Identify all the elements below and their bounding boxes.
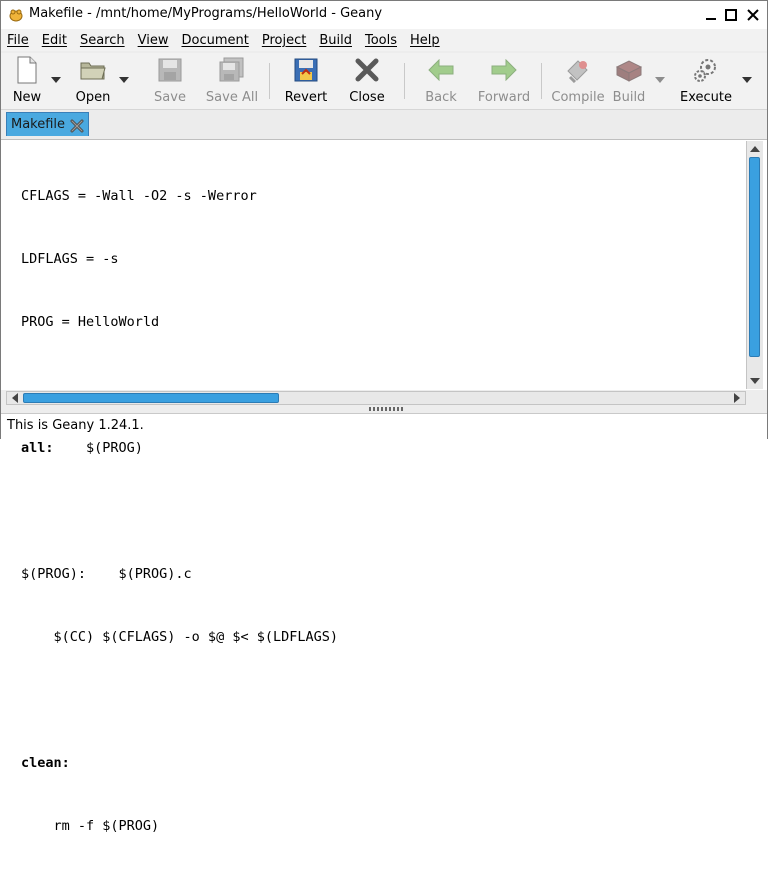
save-all-icon: [218, 56, 246, 84]
toolbar-overflow-arrow[interactable]: [742, 75, 752, 85]
tab-close-icon[interactable]: [70, 118, 84, 132]
execute-gears-icon: [692, 56, 720, 84]
menu-bar: File Edit Search View Document Project B…: [1, 29, 767, 51]
chevron-down-icon: [119, 77, 129, 83]
geany-window: Makefile - /mnt/home/MyPrograms/HelloWor…: [0, 0, 768, 834]
save-button[interactable]: Save: [151, 56, 189, 106]
chevron-right-icon: [734, 393, 740, 403]
code-editor[interactable]: CFLAGS = -Wall -O2 -s -Werror LDFLAGS = …: [1, 139, 767, 834]
title-bar: Makefile - /mnt/home/MyPrograms/HelloWor…: [1, 1, 767, 30]
close-file-button[interactable]: Close: [346, 56, 388, 106]
scroll-up-arrow[interactable]: [748, 142, 762, 156]
code-line: PROG = HelloWorld: [21, 314, 160, 330]
code-line: rm -f $(PROG): [21, 818, 160, 834]
build-dropdown-arrow[interactable]: [655, 75, 665, 85]
revert-icon: [292, 56, 320, 84]
scroll-down-arrow[interactable]: [748, 374, 762, 388]
save-icon: [156, 56, 184, 84]
close-icon: [747, 9, 759, 21]
chevron-down-icon: [742, 77, 752, 83]
code-line: all: $(PROG): [21, 440, 143, 456]
status-bar: This is Geany 1.24.1.: [1, 413, 767, 440]
build-button[interactable]: Build: [611, 56, 647, 106]
code-text: CFLAGS = -Wall -O2 -s -Werror LDFLAGS = …: [21, 144, 338, 878]
code-line: CFLAGS = -Wall -O2 -s -Werror: [21, 188, 257, 204]
open-folder-icon: [79, 56, 107, 84]
document-tabs: Makefile: [1, 110, 767, 139]
menu-edit[interactable]: Edit: [42, 33, 67, 48]
save-all-button[interactable]: Save All: [204, 56, 260, 106]
toolbar-separator: [541, 63, 542, 99]
back-button[interactable]: Back: [421, 56, 461, 106]
revert-button[interactable]: Revert: [283, 56, 329, 106]
open-dropdown-arrow[interactable]: [119, 75, 129, 85]
toolbar-separator: [269, 63, 270, 99]
menu-view[interactable]: View: [138, 33, 169, 48]
code-line: $(CC) $(CFLAGS) -o $@ $< $(LDFLAGS): [21, 629, 338, 645]
menu-tools[interactable]: Tools: [365, 33, 397, 48]
new-file-icon: [13, 56, 41, 84]
build-bricks-icon: [615, 56, 643, 84]
close-window-button[interactable]: [743, 5, 763, 25]
chevron-left-icon: [12, 393, 18, 403]
forward-button[interactable]: Forward: [477, 56, 531, 106]
scroll-left-arrow[interactable]: [8, 391, 22, 405]
menu-document[interactable]: Document: [181, 33, 248, 48]
toolbar-separator: [404, 63, 405, 99]
code-line: $(PROG): $(PROG).c: [21, 566, 192, 582]
new-dropdown-arrow[interactable]: [51, 75, 61, 85]
vertical-scroll-thumb[interactable]: [749, 157, 760, 357]
chevron-down-icon: [750, 378, 760, 384]
maximize-button[interactable]: [721, 5, 741, 25]
vertical-scrollbar[interactable]: [746, 141, 763, 389]
minimize-icon: [706, 18, 716, 20]
code-line: LDFLAGS = -s: [21, 251, 119, 267]
toolbar: New Open Save Save All Revert Close Back…: [1, 53, 767, 110]
pane-resize-grip[interactable]: [369, 407, 403, 411]
menu-build[interactable]: Build: [319, 33, 352, 48]
compile-icon: [564, 56, 592, 84]
chevron-down-icon: [655, 77, 665, 83]
horizontal-scrollbar[interactable]: [6, 391, 746, 405]
scroll-right-arrow[interactable]: [730, 391, 744, 405]
forward-arrow-icon: [490, 56, 518, 84]
horizontal-scroll-thumb[interactable]: [23, 393, 279, 403]
execute-button[interactable]: Execute: [677, 56, 735, 106]
tab-makefile[interactable]: Makefile: [6, 112, 89, 136]
geany-app-icon: [7, 6, 25, 24]
close-file-icon: [353, 56, 381, 84]
maximize-icon: [725, 9, 737, 21]
status-message: This is Geany 1.24.1.: [7, 418, 144, 433]
window-title: Makefile - /mnt/home/MyPrograms/HelloWor…: [29, 6, 383, 21]
menu-project[interactable]: Project: [262, 33, 306, 48]
compile-button[interactable]: Compile: [551, 56, 605, 106]
tab-label: Makefile: [11, 117, 66, 132]
minimize-button[interactable]: [701, 5, 721, 25]
chevron-down-icon: [51, 77, 61, 83]
open-button[interactable]: Open: [73, 56, 113, 106]
menu-help[interactable]: Help: [410, 33, 440, 48]
code-line: clean:: [21, 755, 70, 771]
new-button[interactable]: New: [9, 56, 45, 106]
back-arrow-icon: [427, 56, 455, 84]
menu-search[interactable]: Search: [80, 33, 125, 48]
menu-file[interactable]: File: [7, 33, 29, 48]
chevron-up-icon: [750, 146, 760, 152]
